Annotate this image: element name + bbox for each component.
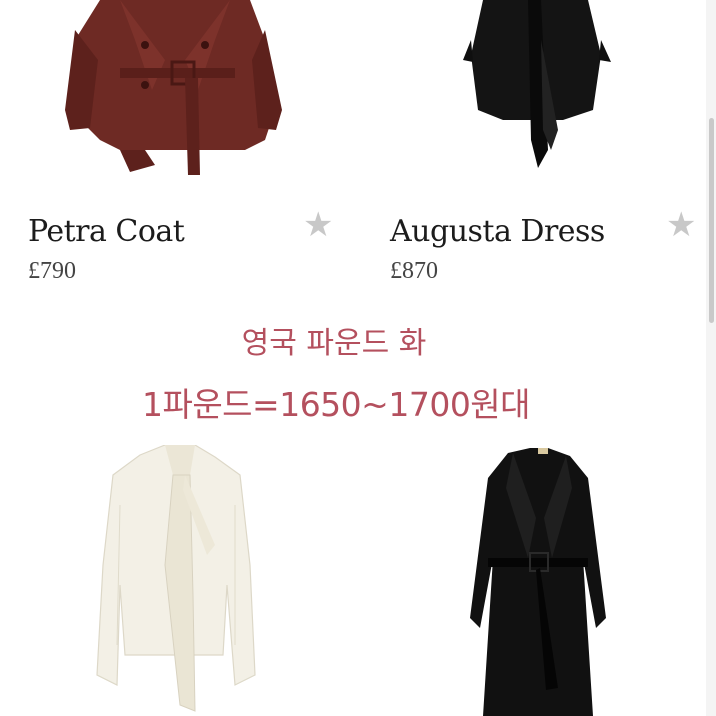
product-card-long-coat[interactable] [358,430,716,716]
product-card-blouse[interactable] [0,430,358,716]
product-price: £790 [28,258,76,284]
blouse-image[interactable] [95,445,260,716]
scrollbar-thumb[interactable] [709,118,714,323]
scrollbar-track[interactable] [706,0,716,716]
currency-note-title: 영국 파운드 화 [241,326,427,361]
product-card-petra-coat[interactable]: Petra Coat £790 ★ [0,0,358,300]
favorite-star-icon[interactable]: ★ [666,208,696,242]
petra-coat-image[interactable] [60,0,290,185]
product-name[interactable]: Augusta Dress [390,214,605,249]
product-price: £870 [390,258,438,284]
augusta-dress-image[interactable] [463,0,613,175]
currency-note-rate: 1파운드=1650~1700원대 [141,385,531,424]
product-name[interactable]: Petra Coat [28,214,185,249]
long-coat-image[interactable] [468,448,608,716]
favorite-star-icon[interactable]: ★ [303,208,333,242]
product-card-augusta-dress[interactable]: Augusta Dress £870 ★ [358,0,716,300]
